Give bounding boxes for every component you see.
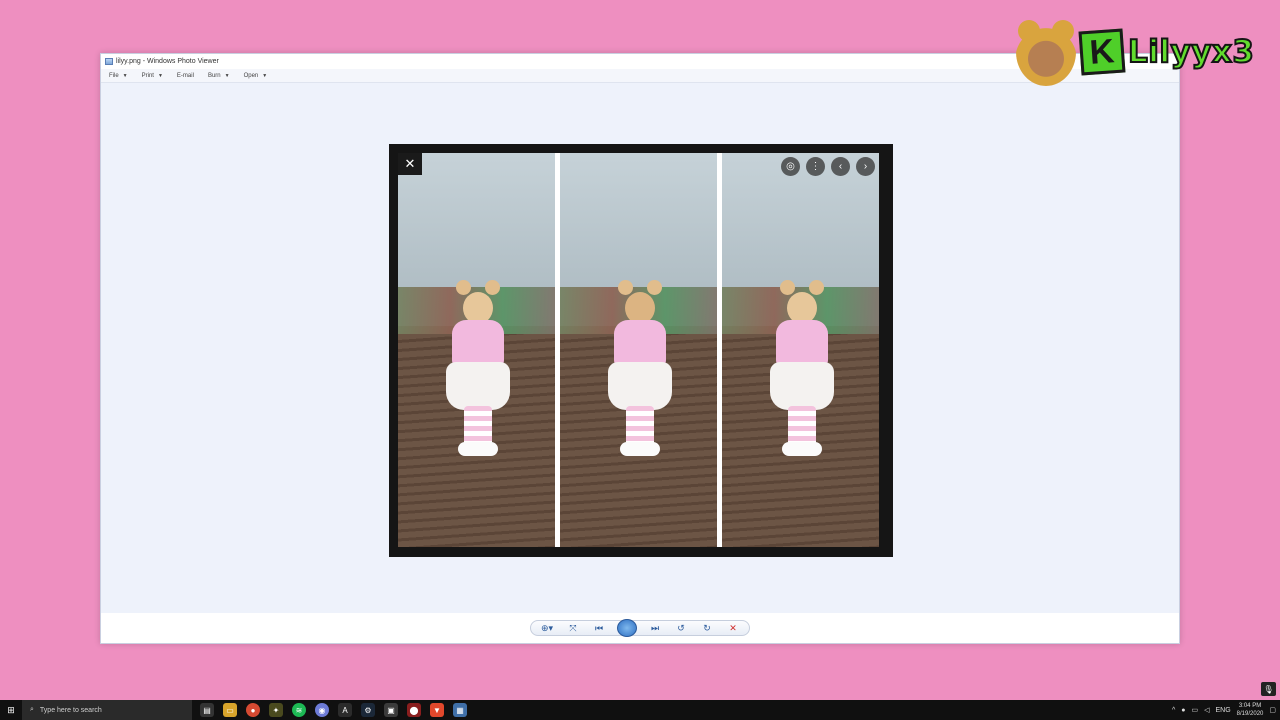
spotify-icon[interactable]: ≋ <box>292 703 306 717</box>
search-icon: ⌕ <box>30 706 34 713</box>
app-icon[interactable]: ✦ <box>269 703 283 717</box>
chevron-down-icon: ▼ <box>262 72 268 79</box>
zoom-icon[interactable]: ⊕▾ <box>539 621 555 635</box>
menu-print[interactable]: Print ▼ <box>142 73 163 79</box>
pinned-apps: ▤ ▭ ● ✦ ≋ ◉ A ⚙ ▣ ⬤ ▼ ▦ <box>200 703 467 717</box>
notifications-icon[interactable]: ▢ <box>1269 706 1276 714</box>
viewer-toolbar-area: ⊕▾ ⤧ ⏮ ⏭ ↺ ↻ ✕ <box>101 613 1179 643</box>
character-figure <box>766 278 836 488</box>
editor-icon[interactable]: A <box>338 703 352 717</box>
delete-icon[interactable]: ✕ <box>725 621 741 635</box>
discord-icon[interactable]: ◉ <box>315 703 329 717</box>
steam-icon[interactable]: ⚙ <box>361 703 375 717</box>
photo-viewer-window: lilyy.png - Windows Photo Viewer File ▼ P… <box>100 53 1180 644</box>
clock-date: 8/19/2020 <box>1236 711 1264 717</box>
prev-icon: ‹ <box>831 157 850 176</box>
character-figure <box>604 278 674 488</box>
system-tray: ^ ● ▭ ◁ ENG 3:04 PM 8/19/2020 ▢ <box>1172 702 1280 718</box>
microphone-icon[interactable]: ● <box>1181 707 1185 714</box>
chrome-icon[interactable]: ● <box>246 703 260 717</box>
logo-letter: K <box>1078 28 1126 76</box>
displayed-photo: ✕ ◎ ⋮ ‹ › <box>389 144 893 557</box>
viewer-toolbar: ⊕▾ ⤧ ⏮ ⏭ ↺ ↻ ✕ <box>530 619 750 637</box>
window-title: lilyy.png - Windows Photo Viewer <box>116 58 219 65</box>
app-icon[interactable]: ▣ <box>384 703 398 717</box>
menu-burn-label: Burn <box>207 72 221 79</box>
photo-panel-front: ✕ <box>398 153 555 547</box>
photo-overlay-actions: ◎ ⋮ ‹ › <box>781 157 875 176</box>
taskbar-clock[interactable]: 3:04 PM 8/19/2020 <box>1237 702 1264 718</box>
taskbar: ⊞ ⌕ Type here to search ▤ ▭ ● ✦ ≋ ◉ A ⚙ … <box>0 700 1280 720</box>
task-view-icon[interactable]: ▤ <box>200 703 214 717</box>
close-icon: ✕ <box>398 153 422 175</box>
rotate-left-icon[interactable]: ↺ <box>673 621 689 635</box>
chevron-up-icon[interactable]: ^ <box>1172 707 1175 714</box>
brave-icon[interactable]: ▼ <box>430 703 444 717</box>
photo-panel-back <box>560 153 717 547</box>
search-placeholder: Type here to search <box>39 706 102 714</box>
photo-collage: ✕ ◎ ⋮ ‹ › <box>398 153 879 547</box>
menu-file[interactable]: File ▼ <box>109 73 128 79</box>
more-icon: ⋮ <box>806 157 825 176</box>
menu-open[interactable]: Open ▼ <box>244 73 268 79</box>
volume-icon[interactable]: ◁ <box>1204 706 1209 714</box>
app-icon[interactable]: ⬤ <box>407 703 421 717</box>
photo-panel-side: ◎ ⋮ ‹ › <box>722 153 879 547</box>
lens-icon: ◎ <box>781 157 800 176</box>
network-icon[interactable]: ▭ <box>1191 706 1198 714</box>
chevron-down-icon: ▼ <box>157 72 163 79</box>
windows-start-icon[interactable]: ⊞ <box>0 700 22 720</box>
microphone-overlay-icon: 🎙 <box>1261 682 1276 696</box>
avatar <box>1016 18 1076 86</box>
menu-email-label: E-mail <box>176 72 194 79</box>
character-figure <box>442 278 512 488</box>
next-icon: › <box>856 157 875 176</box>
previous-icon[interactable]: ⏮ <box>591 621 607 635</box>
logo-name: Lilyyx3 <box>1127 33 1255 71</box>
actual-size-icon[interactable]: ⤧ <box>565 621 581 635</box>
clock-time: 3:04 PM <box>1238 703 1262 709</box>
menu-open-label: Open <box>243 72 259 79</box>
taskbar-search[interactable]: ⌕ Type here to search <box>22 700 192 720</box>
language-indicator[interactable]: ENG <box>1216 707 1231 714</box>
photo-viewer-icon[interactable]: ▦ <box>453 703 467 717</box>
image-stage: ✕ ◎ ⋮ ‹ › <box>101 83 1179 615</box>
rotate-right-icon[interactable]: ↻ <box>699 621 715 635</box>
menu-burn[interactable]: Burn ▼ <box>208 73 230 79</box>
chevron-down-icon: ▼ <box>224 72 230 79</box>
slideshow-button[interactable] <box>617 619 637 637</box>
photo-viewer-app-icon <box>105 58 113 65</box>
chevron-down-icon: ▼ <box>122 72 128 79</box>
menu-email[interactable]: E-mail <box>177 73 194 79</box>
next-icon[interactable]: ⏭ <box>647 621 663 635</box>
menu-print-label: Print <box>141 72 154 79</box>
file-explorer-icon[interactable]: ▭ <box>223 703 237 717</box>
menu-file-label: File <box>109 72 119 79</box>
channel-logo: K Lilyyx3 <box>1016 16 1255 88</box>
